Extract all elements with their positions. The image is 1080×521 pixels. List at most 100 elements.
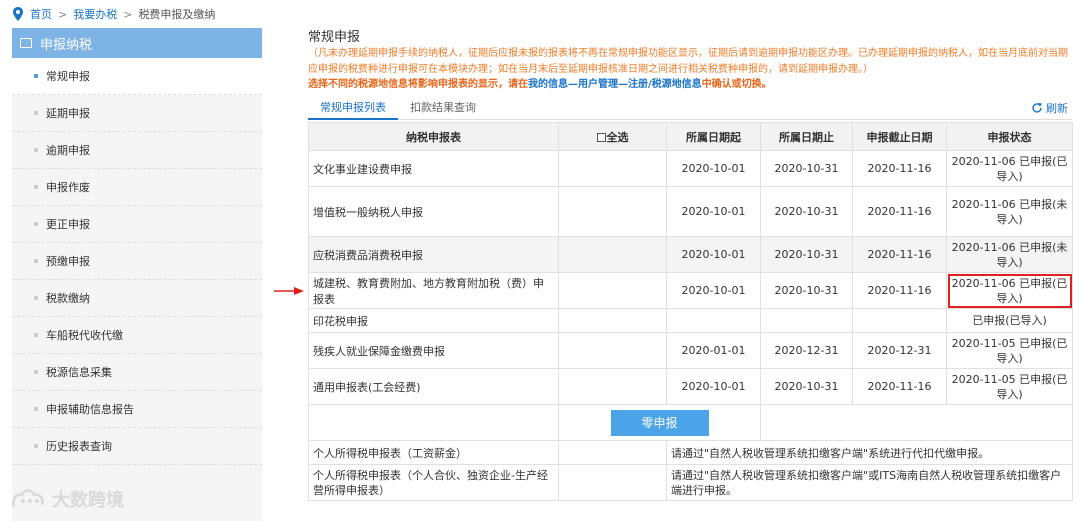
refresh-button[interactable]: 刷新: [1031, 100, 1068, 116]
bullet-icon: [34, 74, 38, 78]
tab-regular-list[interactable]: 常规申报列表: [308, 98, 398, 120]
form-name[interactable]: 城建税、教育费附加、地方教育附加税（费）申报表: [308, 272, 559, 309]
start-date: 2020-10-01: [666, 368, 761, 405]
status: 2020-11-05 已申报(已导入): [946, 332, 1073, 369]
watermark: 大数跨境: [10, 486, 124, 512]
sidebar-item-label: 申报辅助信息报告: [46, 403, 134, 416]
breadcrumb-separator: >: [123, 7, 133, 21]
col-header-end-date: 所属日期止: [760, 122, 853, 151]
sidebar-item-label: 常规申报: [46, 70, 90, 83]
start-date: [666, 308, 761, 333]
pointer-arrow-icon: [274, 287, 304, 295]
table-row: 残疾人就业保障金缴费申报 2020-01-01 2020-12-31 2020-…: [308, 332, 1073, 369]
bullet-icon: [34, 185, 38, 189]
sidebar-header[interactable]: 申报纳税: [12, 28, 262, 58]
start-date: 2020-10-01: [666, 186, 761, 237]
zero-declaration-button[interactable]: 零申报: [610, 409, 709, 436]
select-cell: [558, 272, 667, 309]
table-row: 增值税一般纳税人申报 2020-10-01 2020-10-31 2020-11…: [308, 186, 1073, 237]
form-name[interactable]: 印花税申报: [308, 308, 559, 333]
sidebar-item-correct-declaration[interactable]: 更正申报: [12, 206, 262, 243]
bullet-icon: [34, 148, 38, 152]
col-header-form: 纳税申报表: [308, 122, 559, 151]
select-cell: [558, 464, 667, 501]
bullet-icon: [34, 444, 38, 448]
col-header-start-date: 所属日期起: [666, 122, 761, 151]
deadline: 2020-11-16: [852, 272, 947, 309]
breadcrumb-separator: >: [58, 7, 68, 21]
tab-deduction-result[interactable]: 扣款结果查询: [398, 98, 488, 120]
user-info-link[interactable]: 我的信息—用户管理—注册/税源地信息: [528, 79, 702, 90]
select-cell: [558, 186, 667, 237]
sidebar-item-label: 逾期申报: [46, 144, 90, 157]
status: 已申报(已导入): [946, 308, 1073, 333]
table-row: 文化事业建设费申报 2020-10-01 2020-10-31 2020-11-…: [308, 150, 1073, 187]
watermark-text: 大数跨境: [52, 490, 124, 511]
form-name[interactable]: 文化事业建设费申报: [308, 150, 559, 187]
table-row: 通用申报表(工会经费) 2020-10-01 2020-10-31 2020-1…: [308, 368, 1073, 405]
table-row: 城建税、教育费附加、地方教育附加税（费）申报表 2020-10-01 2020-…: [308, 272, 1073, 309]
sidebar-item-label: 延期申报: [46, 107, 90, 120]
deadline: 2020-11-16: [852, 186, 947, 237]
sidebar-item-void-declaration[interactable]: 申报作废: [12, 169, 262, 206]
sidebar-item-label: 预缴申报: [46, 255, 90, 268]
bullet-icon: [34, 407, 38, 411]
bullet-icon: [34, 222, 38, 226]
sidebar-item-label: 申报作废: [46, 181, 90, 194]
deadline: 2020-11-16: [852, 150, 947, 187]
form-name[interactable]: 应税消费品消费税申报: [308, 236, 559, 273]
select-all-label: 全选: [606, 130, 629, 144]
form-name[interactable]: 个人所得税申报表（个人合伙、独资企业-生产经营所得申报表）: [308, 464, 559, 501]
sidebar-item-tax-payment[interactable]: 税款缴纳: [12, 280, 262, 317]
status: 2020-11-06 已申报(未导入): [946, 186, 1073, 237]
end-date: 2020-10-31: [760, 186, 853, 237]
notice-text: （凡未办理延期申报手续的纳税人，征期后应报未报的报表将不再在常规申报功能区显示，…: [308, 48, 1068, 75]
bullet-icon: [34, 370, 38, 374]
sidebar-item-history-query[interactable]: 历史报表查询: [12, 428, 262, 465]
sidebar-header-label: 申报纳税: [40, 37, 93, 53]
form-name[interactable]: 增值税一般纳税人申报: [308, 186, 559, 237]
warning-suffix: 中确认或切换。: [701, 79, 772, 90]
location-pin-icon: [13, 7, 23, 21]
bullet-icon: [34, 296, 38, 300]
sidebar-item-prepay-declaration[interactable]: 预缴申报: [12, 243, 262, 280]
status-highlighted: 2020-11-06 已申报(已导入): [946, 272, 1073, 309]
select-cell: [558, 332, 667, 369]
bullet-icon: [34, 111, 38, 115]
zero-declaration-cell: 零申报: [558, 404, 761, 441]
deadline: 2020-11-16: [852, 368, 947, 405]
end-date: 2020-12-31: [760, 332, 853, 369]
form-name[interactable]: 残疾人就业保障金缴费申报: [308, 332, 559, 369]
select-all-checkbox[interactable]: [596, 132, 606, 142]
empty-cell: [308, 404, 559, 441]
start-date: 2020-01-01: [666, 332, 761, 369]
select-cell: [558, 150, 667, 187]
col-header-select-all[interactable]: 全选: [558, 122, 667, 151]
sidebar-item-tax-source-collection[interactable]: 税源信息采集: [12, 354, 262, 391]
start-date: 2020-10-01: [666, 272, 761, 309]
deadline: 2020-11-16: [852, 236, 947, 273]
main-content: 常规申报 （凡未办理延期申报手续的纳税人，征期后应报未报的报表将不再在常规申报功…: [308, 26, 1073, 501]
status: 2020-11-05 已申报(已导入): [946, 368, 1073, 405]
breadcrumb-my-tax[interactable]: 我要办税: [73, 6, 117, 22]
refresh-icon: [1032, 103, 1042, 113]
empty-cell: [760, 404, 1073, 441]
window-icon: [20, 38, 32, 48]
sidebar-item-regular-declaration[interactable]: 常规申报: [12, 58, 262, 95]
note-cell: 请通过"自然人税收管理系统扣缴客户端"系统进行代扣代缴申报。: [666, 440, 1073, 465]
form-name[interactable]: 个人所得税申报表（工资薪金）: [308, 440, 559, 465]
col-header-deadline: 申报截止日期: [852, 122, 947, 151]
sidebar-item-auxiliary-report[interactable]: 申报辅助信息报告: [12, 391, 262, 428]
sidebar-item-deferred-declaration[interactable]: 延期申报: [12, 95, 262, 132]
start-date: 2020-10-01: [666, 150, 761, 187]
select-cell: [558, 308, 667, 333]
breadcrumb-home[interactable]: 首页: [30, 6, 52, 22]
sidebar-item-overdue-declaration[interactable]: 逾期申报: [12, 132, 262, 169]
note-cell: 请通过"自然人税收管理系统扣缴客户端"或ITS海南自然人税收管理系统扣缴客户端进…: [666, 464, 1073, 501]
sidebar-item-label: 税款缴纳: [46, 292, 90, 305]
page-title: 常规申报: [308, 30, 361, 45]
sidebar-item-vehicle-tax[interactable]: 车船税代收代缴: [12, 317, 262, 354]
sidebar: 申报纳税 常规申报 延期申报 逾期申报 申报作废 更正申报 预缴申报 税款缴纳 …: [12, 28, 262, 521]
form-name[interactable]: 通用申报表(工会经费): [308, 368, 559, 405]
end-date: 2020-10-31: [760, 150, 853, 187]
